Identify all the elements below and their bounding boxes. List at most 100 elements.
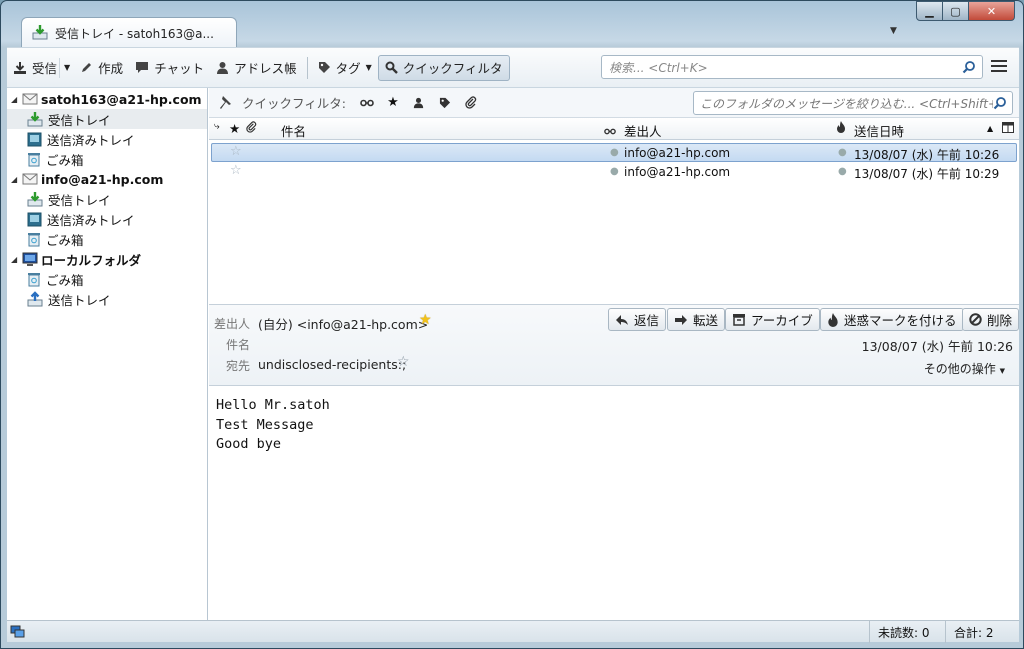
person-icon: [217, 61, 229, 74]
table-row[interactable]: ☆ ● info@a21-hp.com ● 13/08/07 (水) 午前 10…: [211, 143, 1017, 162]
search-icon[interactable]: [962, 60, 976, 74]
message-filter-input[interactable]: このフォルダのメッセージを絞り込む... <Ctrl+Shift+: [693, 91, 1013, 115]
chat-button[interactable]: チャット: [129, 55, 210, 81]
address-book-button[interactable]: アドレス帳: [210, 55, 303, 81]
folder-inbox[interactable]: 受信トレイ: [7, 109, 207, 129]
column-picker-icon-glyph: [1002, 122, 1014, 133]
junk-button[interactable]: 迷惑マークを付ける: [820, 308, 964, 331]
main-toolbar: 受信 ▼ 作成 チャット アドレス帳 タグ ▼ クイックフィルタ 検索... <…: [7, 47, 1019, 87]
star-outline-icon[interactable]: ☆: [230, 144, 242, 159]
trash-icon: [28, 232, 40, 246]
column-picker-icon[interactable]: [1002, 121, 1014, 136]
star-outline-icon[interactable]: ☆: [230, 163, 242, 178]
mail-account-icon: [22, 173, 38, 185]
maximize-button[interactable]: ▢: [942, 1, 969, 21]
global-search-input[interactable]: 検索... <Ctrl+K>: [601, 55, 983, 79]
chevron-down-icon: ▼: [365, 63, 372, 72]
folder-sent[interactable]: 送信済みトレイ: [7, 209, 207, 229]
archive-button[interactable]: アーカイブ: [725, 308, 820, 331]
folder-trash[interactable]: ごみ箱: [7, 149, 207, 169]
date-column-header[interactable]: 送信日時: [854, 121, 904, 140]
unread-dot-icon[interactable]: ●: [610, 147, 619, 158]
other-actions-button[interactable]: その他の操作 ▼: [924, 360, 1005, 377]
trash-icon: [28, 152, 40, 166]
body-line: Test Message: [216, 416, 314, 433]
quick-filter-button[interactable]: クイックフィルタ: [377, 54, 510, 81]
paperclip-icon: [246, 121, 257, 133]
message-date: 13/08/07 (水) 午前 10:29: [854, 167, 1000, 181]
address-book-label: アドレス帳: [234, 61, 297, 76]
write-label: 作成: [98, 61, 124, 76]
folder-inbox[interactable]: 受信トレイ: [7, 189, 207, 209]
forward-label: 転送: [693, 313, 719, 328]
account-name: info@a21-hp.com: [41, 171, 164, 187]
message-from: info@a21-hp.com: [624, 146, 731, 160]
app-window: 受信トレイ - satoh163@a... ▼ ▁ ▢ ✕ 受信 ▼ 作成 チャ…: [0, 0, 1024, 649]
junk-dot-icon[interactable]: ●: [838, 166, 847, 177]
reply-button[interactable]: 返信: [608, 308, 667, 331]
outbox-icon: [27, 291, 43, 307]
junk-dot-icon[interactable]: ●: [838, 147, 847, 158]
tag-icon: [318, 62, 330, 73]
unread-icon: [360, 99, 374, 106]
quick-filter-label: クイックフィルタ:: [242, 96, 346, 111]
write-button[interactable]: 作成: [74, 55, 129, 81]
search-icon: [385, 61, 398, 74]
message-from: info@a21-hp.com: [624, 165, 731, 179]
body-line: Hello Mr.satoh: [216, 397, 330, 413]
folder-pane: ◢ satoh163@a21-hp.com 受信トレイ 送信済みトレイ ごみ箱 …: [7, 88, 208, 621]
account-info[interactable]: ◢ info@a21-hp.com: [7, 169, 207, 189]
account-local-folders[interactable]: ◢ ローカルフォルダ: [7, 249, 207, 269]
unread-icon: [604, 128, 616, 135]
minimize-button[interactable]: ▁: [916, 1, 943, 21]
hamburger-menu-icon[interactable]: [991, 59, 1007, 73]
filter-unread-button[interactable]: [354, 92, 380, 114]
get-mail-button[interactable]: 受信: [7, 55, 59, 81]
folder-trash[interactable]: ごみ箱: [7, 269, 207, 289]
close-button[interactable]: ✕: [968, 1, 1015, 21]
tag-button[interactable]: タグ ▼: [312, 55, 378, 81]
attachment-column-icon[interactable]: [246, 121, 257, 136]
to-value[interactable]: undisclosed-recipients:;: [258, 357, 406, 372]
account-satoh163[interactable]: ◢ satoh163@a21-hp.com: [7, 89, 207, 109]
from-column-header[interactable]: 差出人: [624, 121, 662, 140]
filter-contact-button[interactable]: [406, 92, 432, 114]
sent-folder-icon: [27, 132, 42, 146]
filter-tags-button[interactable]: [432, 92, 458, 114]
thread-column-icon[interactable]: ⤷: [214, 121, 220, 132]
delete-button[interactable]: 削除: [962, 308, 1020, 331]
table-row[interactable]: ☆ ● info@a21-hp.com ● 13/08/07 (水) 午前 10…: [211, 163, 1017, 182]
total-count: 合計: 2: [945, 621, 1007, 643]
folder-trash[interactable]: ごみ箱: [7, 229, 207, 249]
subject-column-header[interactable]: 件名: [281, 121, 306, 140]
junk-column-icon[interactable]: [836, 121, 846, 136]
forward-button[interactable]: 転送: [667, 308, 726, 331]
get-mail-dropdown[interactable]: ▼: [59, 57, 74, 78]
filter-placeholder: このフォルダのメッセージを絞り込む... <Ctrl+Shift+: [700, 96, 999, 111]
folder-sent[interactable]: 送信済みトレイ: [7, 129, 207, 149]
unread-dot-icon[interactable]: ●: [610, 166, 619, 177]
expand-triangle-icon[interactable]: ◢: [11, 95, 19, 104]
mail-account-icon: [22, 93, 38, 105]
folder-outbox[interactable]: 送信トレイ: [7, 289, 207, 309]
message-body: Hello Mr.satoh Test Message Good bye: [209, 387, 1019, 621]
pin-icon[interactable]: [217, 95, 233, 111]
folder-label: ごみ箱: [46, 152, 84, 168]
download-icon: [14, 61, 26, 74]
inbox-icon: [27, 192, 43, 207]
expand-triangle-icon[interactable]: ◢: [11, 255, 19, 264]
filter-starred-button[interactable]: ★: [380, 92, 406, 114]
expand-triangle-icon[interactable]: ◢: [11, 175, 19, 184]
read-column-icon[interactable]: [604, 123, 616, 138]
pencil-icon: [82, 63, 92, 72]
online-status-icon[interactable]: [10, 625, 25, 639]
filter-attachment-button[interactable]: [458, 92, 484, 114]
search-icon[interactable]: [993, 96, 1007, 110]
star-outline-icon[interactable]: ☆: [397, 354, 410, 370]
from-value[interactable]: (自分) <info@a21-hp.com>: [258, 314, 428, 333]
quick-filter-label: クイックフィルタ: [402, 61, 503, 76]
star-column-icon[interactable]: ★: [229, 121, 240, 136]
tab-list-icon[interactable]: ▼: [890, 26, 897, 36]
tab-inbox[interactable]: 受信トレイ - satoh163@a...: [21, 17, 237, 48]
star-icon[interactable]: ★: [419, 312, 432, 328]
